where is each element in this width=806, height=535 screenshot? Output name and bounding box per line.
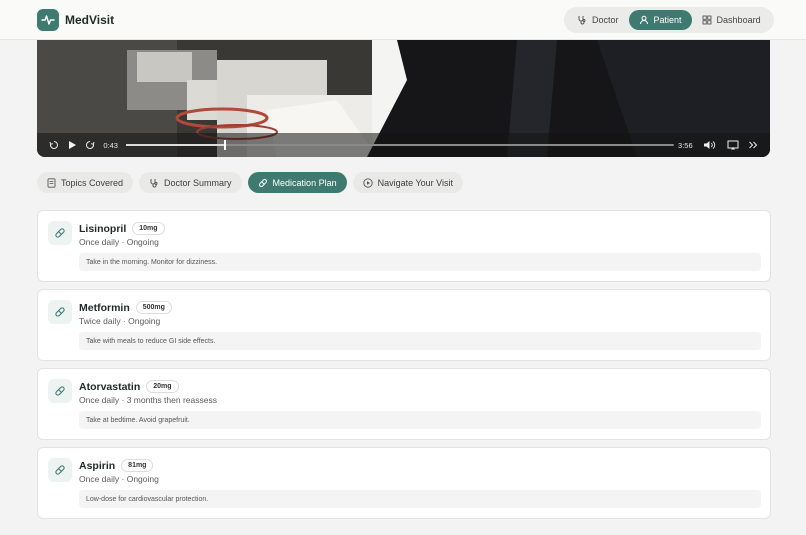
medication-name: Lisinopril 10mg [79, 222, 165, 235]
tab-topics-covered-label: Topics Covered [61, 177, 124, 188]
app-name: MedVisit [65, 13, 115, 27]
more-options-icon[interactable] [746, 140, 760, 150]
role-dashboard-label: Dashboard [716, 15, 761, 25]
volume-icon[interactable] [702, 140, 718, 150]
role-dashboard-button[interactable]: Dashboard [692, 10, 771, 30]
pill-icon [48, 458, 72, 482]
medication-card[interactable]: Aspirin 81mg Once daily · Ongoing Low-do… [37, 447, 771, 519]
role-patient-label: Patient [653, 15, 682, 25]
medication-note: Take with meals to reduce GI side effect… [79, 332, 761, 350]
medication-name-text: Aspirin [79, 459, 116, 472]
tab-medication-plan[interactable]: Medication Plan [247, 172, 347, 193]
pill-icon [48, 221, 72, 245]
dose-badge: 10mg [132, 222, 165, 235]
medication-name-text: Metformin [79, 301, 130, 314]
video-player[interactable]: 0:43 3:56 [37, 40, 770, 157]
content-tabs: Topics Covered Doctor Summary Medication… [37, 172, 463, 193]
stethoscope-icon [578, 16, 586, 25]
role-switcher: Doctor Patient Dashboard [564, 7, 774, 33]
tab-navigate-your-visit[interactable]: Navigate Your Visit [352, 172, 463, 193]
video-controls: 0:43 3:56 [37, 133, 770, 157]
role-patient-button[interactable]: Patient [628, 10, 692, 30]
tab-topics-covered[interactable]: Topics Covered [37, 172, 134, 193]
play-circle-icon [362, 177, 373, 188]
current-time: 0:43 [103, 140, 118, 150]
medication-note: Low-dose for cardiovascular protection. [79, 490, 761, 508]
medication-name: Aspirin 81mg [79, 459, 154, 472]
play-icon[interactable] [64, 140, 82, 150]
rewind-10-icon[interactable] [47, 140, 61, 150]
role-doctor-label: Doctor [592, 15, 619, 25]
medication-card[interactable]: Lisinopril 10mg Once daily · Ongoing Tak… [37, 210, 771, 282]
pill-icon [48, 300, 72, 324]
medication-schedule: Once daily · Ongoing [79, 474, 159, 484]
medication-name: Atorvastatin 20mg [79, 380, 179, 393]
role-doctor-button[interactable]: Doctor [567, 10, 629, 30]
medication-name-text: Atorvastatin [79, 380, 141, 393]
dose-badge: 500mg [135, 301, 172, 314]
document-icon [47, 177, 56, 188]
medication-name-text: Lisinopril [79, 222, 127, 235]
medication-schedule: Once daily · 3 months then reassess [79, 395, 217, 405]
medication-note: Take at bedtime. Avoid grapefruit. [79, 411, 761, 429]
forward-10-icon[interactable] [84, 140, 98, 150]
user-icon [639, 15, 648, 25]
medication-schedule: Once daily · Ongoing [79, 237, 159, 247]
brand[interactable]: MedVisit [37, 9, 114, 31]
tab-doctor-summary-label: Doctor Summary [164, 177, 232, 188]
dose-badge: 81mg [121, 459, 154, 472]
pill-icon [48, 379, 72, 403]
dose-badge: 20mg [146, 380, 179, 393]
grid-icon [702, 15, 711, 25]
medication-card[interactable]: Atorvastatin 20mg Once daily · 3 months … [37, 368, 771, 440]
seek-bar[interactable] [125, 140, 675, 150]
app-header: MedVisit Doctor Patient Dashboard [0, 0, 806, 40]
tab-navigate-your-visit-label: Navigate Your Visit [377, 177, 453, 188]
stethoscope-icon [150, 178, 158, 187]
tab-doctor-summary[interactable]: Doctor Summary [139, 172, 242, 193]
cast-icon[interactable] [725, 140, 741, 150]
medication-list: Lisinopril 10mg Once daily · Ongoing Tak… [37, 210, 771, 526]
medication-schedule: Twice daily · Ongoing [79, 316, 161, 326]
seek-handle[interactable] [223, 140, 226, 150]
pill-icon [258, 178, 267, 187]
pulse-icon [37, 9, 59, 31]
medication-note: Take in the morning. Monitor for dizzine… [79, 253, 761, 271]
medication-name: Metformin 500mg [79, 301, 172, 314]
medication-card[interactable]: Metformin 500mg Twice daily · Ongoing Ta… [37, 289, 771, 361]
seek-progress [125, 144, 225, 146]
tab-medication-plan-label: Medication Plan [272, 177, 337, 188]
duration: 3:56 [678, 140, 693, 150]
